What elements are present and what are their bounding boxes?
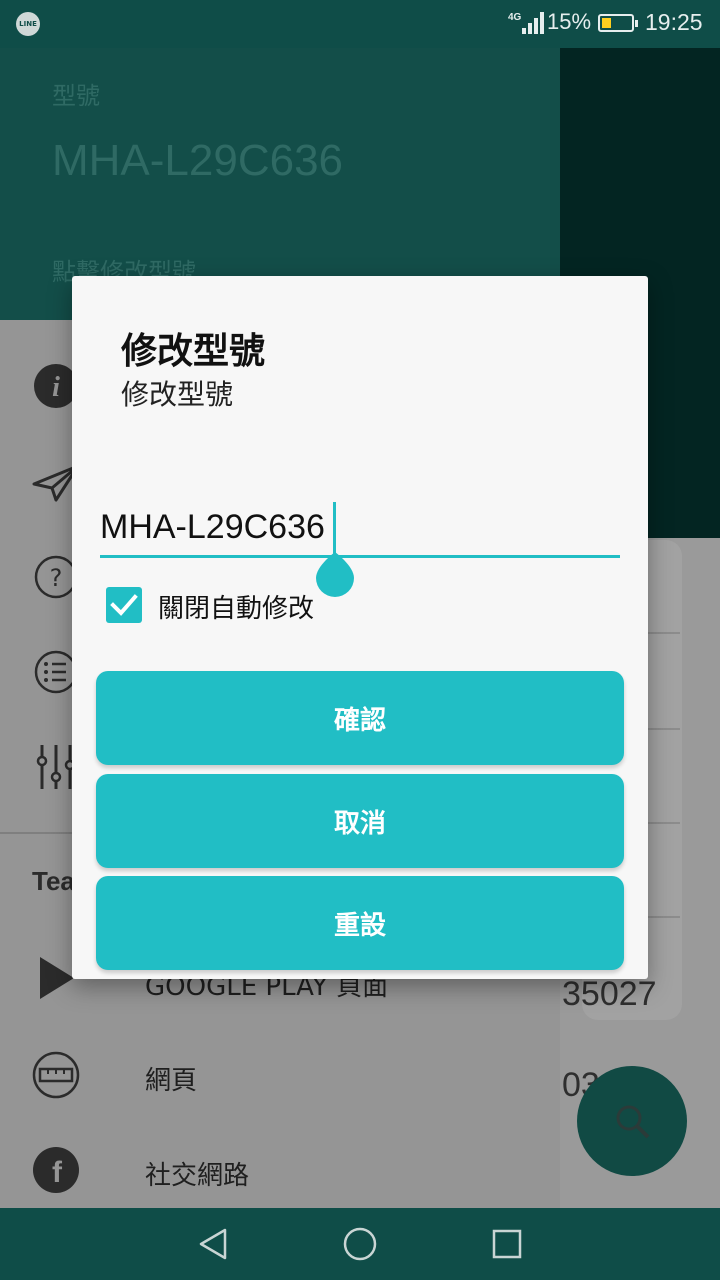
recents-icon bbox=[492, 1229, 521, 1259]
background-number: 35027 bbox=[562, 975, 657, 1013]
text-cursor bbox=[333, 502, 336, 554]
dialog-title: 修改型號 bbox=[121, 331, 266, 372]
svg-text:?: ? bbox=[50, 564, 63, 592]
drawer-model-label: 型號 bbox=[52, 82, 100, 110]
status-bar: LINE 4G 15% 19:25 bbox=[0, 0, 720, 48]
dialog-subtitle: 修改型號 bbox=[121, 378, 234, 411]
clock: 19:25 bbox=[645, 9, 703, 35]
svg-text:f: f bbox=[52, 1156, 63, 1189]
battery-level bbox=[602, 18, 611, 28]
model-input[interactable] bbox=[100, 506, 620, 558]
refresh-search-fab[interactable] bbox=[577, 1066, 687, 1176]
recents-button[interactable] bbox=[487, 1224, 527, 1264]
reset-button[interactable]: 重設 bbox=[96, 876, 624, 970]
drawer-section-title: Tea bbox=[32, 866, 75, 896]
back-button[interactable] bbox=[193, 1224, 233, 1264]
home-icon bbox=[343, 1227, 377, 1261]
confirm-button[interactable]: 確認 bbox=[96, 671, 624, 765]
cursor-handle[interactable] bbox=[314, 552, 356, 598]
line-app-icon: LINE bbox=[16, 12, 40, 36]
web-icon[interactable] bbox=[32, 1051, 80, 1099]
signal-icon: 4G bbox=[508, 10, 546, 40]
battery-percent: 15% bbox=[547, 9, 592, 34]
navigation-bar bbox=[0, 1208, 720, 1280]
home-button[interactable] bbox=[340, 1224, 380, 1264]
drawer-item-social[interactable]: 社交網路 bbox=[145, 1155, 249, 1192]
edit-model-dialog: 修改型號 修改型號 關閉自動修改 確認 取消 重設 bbox=[72, 276, 648, 979]
drawer-header[interactable]: 型號 MHA-L29C636 點擊修改型號 bbox=[0, 0, 560, 320]
battery-icon bbox=[598, 14, 638, 32]
cancel-button[interactable]: 取消 bbox=[96, 774, 624, 868]
drawer-model-value: MHA-L29C636 bbox=[52, 136, 344, 185]
svg-text:i: i bbox=[52, 372, 60, 403]
facebook-icon[interactable]: f bbox=[32, 1146, 80, 1194]
checkbox-label[interactable]: 關閉自動修改 bbox=[158, 588, 314, 625]
disable-auto-edit-checkbox[interactable] bbox=[106, 587, 142, 623]
network-type: 4G bbox=[508, 12, 522, 23]
checkmark-icon bbox=[110, 594, 138, 616]
drawer-item-web[interactable]: 網頁 bbox=[145, 1060, 197, 1097]
back-icon bbox=[200, 1228, 227, 1260]
refresh-search-icon bbox=[616, 1105, 650, 1139]
